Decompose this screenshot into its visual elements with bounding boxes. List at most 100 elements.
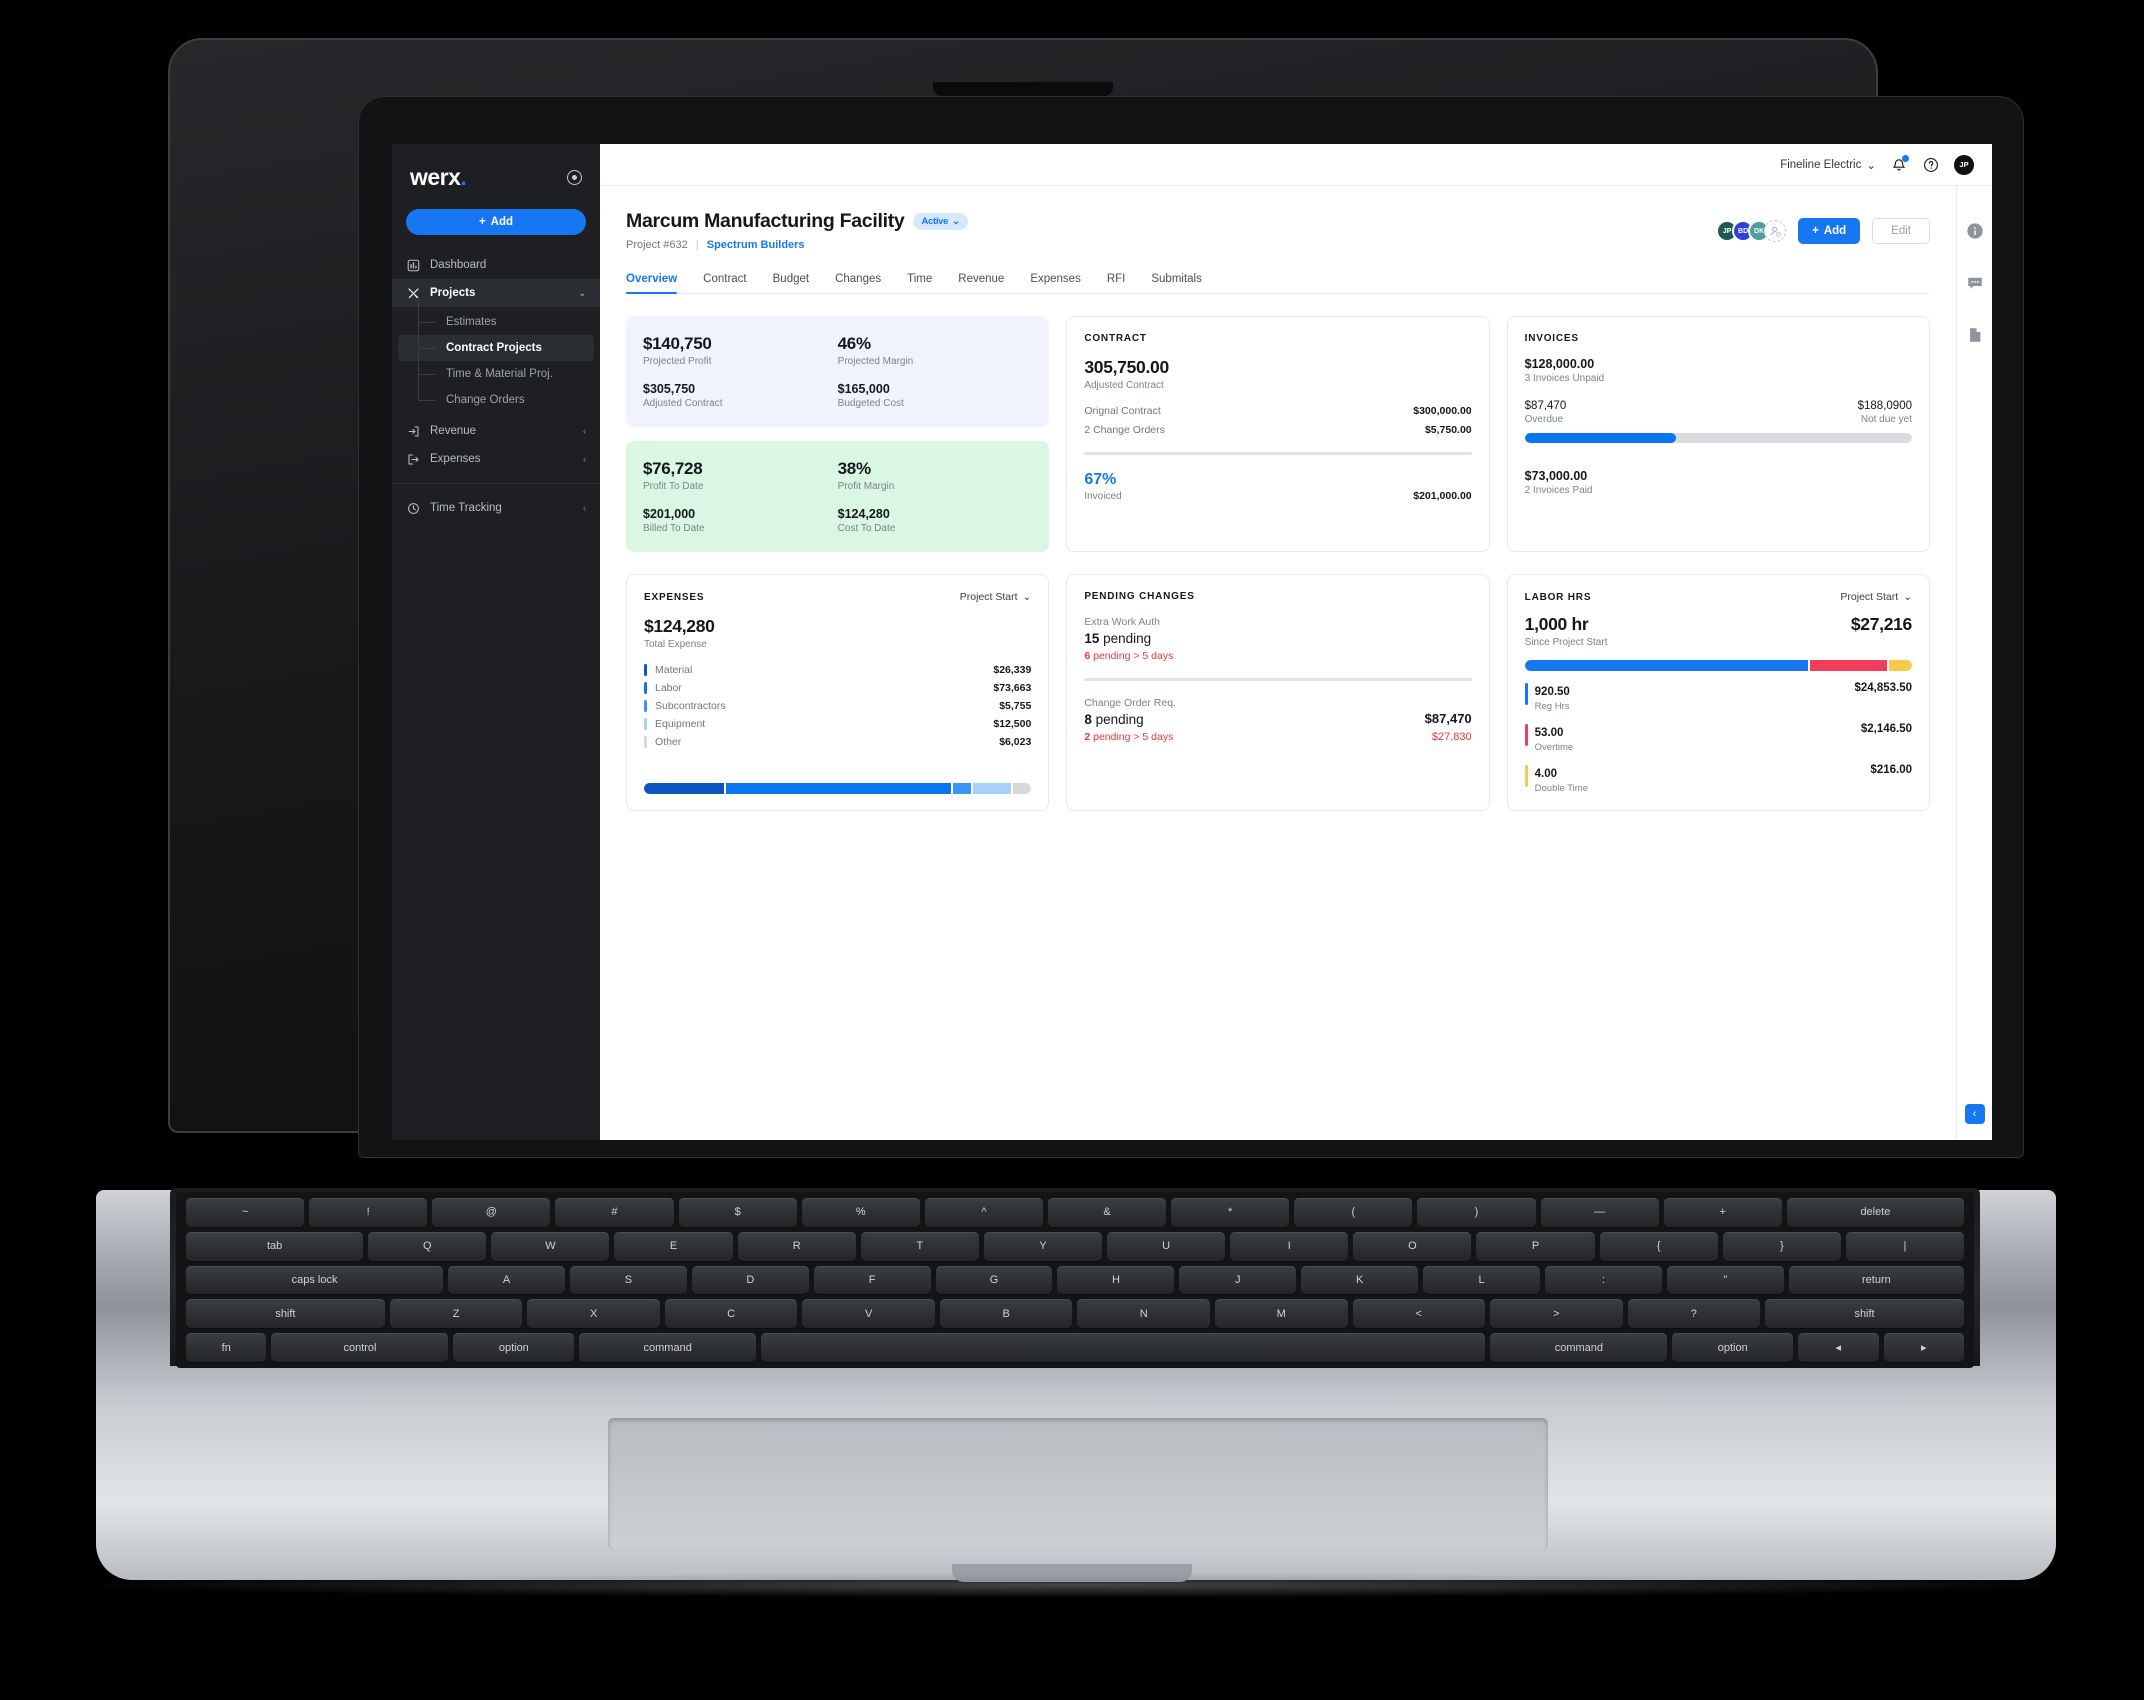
keyboard-key[interactable]: % — [801, 1198, 920, 1227]
keyboard-key[interactable]: S — [569, 1265, 687, 1295]
sidebar-item-estimates[interactable]: Estimates — [398, 296, 594, 335]
sidebar-item-contract-projects[interactable]: Contract Projects — [398, 322, 594, 361]
keyboard-key[interactable]: U — [1107, 1231, 1226, 1261]
keyboard-key[interactable]: " — [1666, 1265, 1784, 1295]
keyboard-key[interactable]: command — [579, 1333, 757, 1362]
keyboard-key[interactable]: fn — [186, 1333, 267, 1362]
keyboard-key[interactable]: N — [1077, 1299, 1210, 1329]
keyboard-key[interactable]: P — [1476, 1231, 1595, 1261]
keyboard-key[interactable]: ~ — [186, 1198, 305, 1227]
expenses-filter[interactable]: Project Start ⌄ — [960, 591, 1032, 603]
keyboard-key[interactable]: K — [1301, 1265, 1419, 1295]
add-member-icon[interactable] — [1764, 220, 1787, 242]
org-switcher[interactable]: Fineline Electric ⌄ — [1780, 158, 1876, 172]
keyboard-key[interactable]: shift — [1765, 1299, 1964, 1329]
keyboard-key[interactable]: | — [1845, 1231, 1965, 1261]
sidebar-item-time-tracking[interactable]: Time Tracking ‹ — [392, 494, 600, 522]
keyboard-key[interactable]: control — [271, 1333, 449, 1362]
keyboard-key[interactable]: @ — [432, 1198, 551, 1227]
add-button[interactable]: + Add — [1798, 218, 1861, 244]
keyboard-key[interactable] — [761, 1333, 1486, 1362]
trackpad[interactable] — [608, 1418, 1548, 1550]
status-badge[interactable]: Active ⌄ — [913, 213, 968, 230]
tab-changes[interactable]: Changes — [835, 273, 881, 293]
keyboard-key[interactable]: R — [737, 1231, 856, 1261]
sidebar-item-time-material[interactable]: Time & Material Proj. — [398, 348, 594, 387]
keyboard-key[interactable]: J — [1179, 1265, 1297, 1295]
tab-time[interactable]: Time — [907, 273, 932, 293]
labor-filter[interactable]: Project Start ⌄ — [1840, 591, 1912, 603]
keyboard-key[interactable]: > — [1490, 1299, 1623, 1329]
keyboard-key[interactable]: $ — [678, 1198, 797, 1227]
sidebar-item-change-orders[interactable]: Change Orders — [398, 374, 594, 413]
client-link[interactable]: Spectrum Builders — [707, 239, 805, 251]
keyboard-key[interactable]: D — [691, 1265, 809, 1295]
keyboard-key[interactable]: caps lock — [186, 1265, 444, 1295]
tab-rfi[interactable]: RFI — [1107, 273, 1126, 293]
collapse-panel-button[interactable]: ‹ — [1964, 1104, 1985, 1124]
keyboard-key[interactable]: ( — [1294, 1198, 1413, 1227]
keyboard-key[interactable]: Q — [368, 1231, 487, 1261]
sidebar-add-button[interactable]: + Add — [406, 209, 586, 235]
sidebar-item-expenses[interactable]: Expenses ‹ — [392, 445, 600, 473]
tab-submitals[interactable]: Submitals — [1151, 273, 1202, 293]
keyboard-key[interactable]: F — [813, 1265, 931, 1295]
keyboard-key[interactable]: T — [860, 1231, 979, 1261]
tab-overview[interactable]: Overview — [626, 273, 678, 294]
edit-button[interactable]: Edit — [1872, 218, 1930, 244]
tab-contract[interactable]: Contract — [703, 273, 746, 293]
keyboard-key[interactable]: command — [1490, 1333, 1668, 1362]
sidebar-item-revenue[interactable]: Revenue ‹ — [392, 417, 600, 445]
keyboard-key[interactable]: return — [1788, 1265, 1965, 1295]
keyboard-key[interactable]: option — [453, 1333, 575, 1362]
sidebar-item-projects[interactable]: Projects ⌄ — [392, 279, 600, 307]
keyboard-key[interactable]: Y — [983, 1231, 1103, 1261]
keyboard-key[interactable]: I — [1230, 1231, 1349, 1261]
keyboard-key[interactable]: B — [939, 1299, 1073, 1329]
keyboard-key[interactable]: L — [1423, 1265, 1540, 1295]
keyboard-key[interactable]: ▸ — [1883, 1333, 1964, 1362]
keyboard-key[interactable]: C — [664, 1299, 798, 1329]
keyboard-key[interactable]: G — [935, 1265, 1053, 1295]
keyboard-key[interactable]: E — [614, 1231, 733, 1261]
keyboard-key[interactable]: delete — [1786, 1198, 1965, 1227]
keyboard-key[interactable]: ! — [309, 1198, 428, 1227]
keyboard-key[interactable]: } — [1722, 1231, 1841, 1261]
tab-budget[interactable]: Budget — [773, 273, 809, 293]
keyboard-key[interactable]: & — [1047, 1198, 1167, 1227]
keyboard-key[interactable]: + — [1663, 1198, 1782, 1227]
help-button[interactable] — [1922, 156, 1940, 174]
keyboard-key[interactable]: < — [1352, 1299, 1486, 1329]
keyboard-key[interactable]: tab — [186, 1231, 364, 1261]
keyboard-key[interactable]: : — [1544, 1265, 1662, 1295]
notifications-button[interactable] — [1890, 154, 1909, 174]
comment-icon[interactable] — [1966, 274, 1984, 292]
sidebar-item-dashboard[interactable]: Dashboard — [392, 251, 600, 279]
info-icon[interactable] — [1966, 222, 1984, 240]
keyboard-key[interactable]: ? — [1627, 1299, 1761, 1329]
keyboard-key[interactable]: M — [1215, 1299, 1348, 1329]
keyboard-key[interactable]: shift — [186, 1299, 385, 1329]
user-avatar[interactable]: JP — [1954, 154, 1974, 175]
keyboard-key[interactable]: — — [1540, 1198, 1659, 1227]
app-logo[interactable]: werx. — [410, 164, 467, 191]
keyboard-key[interactable]: A — [448, 1265, 565, 1295]
keyboard-key[interactable]: W — [491, 1231, 610, 1261]
keyboard-key[interactable]: X — [527, 1299, 660, 1329]
keyboard-key[interactable]: # — [555, 1198, 674, 1227]
keyboard-key[interactable]: O — [1353, 1231, 1472, 1261]
keyboard-key[interactable]: option — [1672, 1333, 1794, 1362]
circle-dot-icon[interactable] — [567, 170, 582, 185]
keyboard-key[interactable]: V — [802, 1299, 935, 1329]
keyboard-key[interactable]: * — [1171, 1198, 1290, 1227]
tab-expenses[interactable]: Expenses — [1030, 273, 1081, 293]
contract-invoiced-block: 67% Invoiced — [1084, 471, 1121, 502]
keyboard-key[interactable]: H — [1057, 1265, 1175, 1295]
tab-revenue[interactable]: Revenue — [958, 273, 1004, 293]
keyboard-key[interactable]: ◂ — [1798, 1333, 1879, 1362]
keyboard-key[interactable]: ) — [1417, 1198, 1536, 1227]
keyboard-key[interactable]: ^ — [924, 1198, 1043, 1227]
keyboard-key[interactable]: Z — [389, 1299, 523, 1329]
keyboard-key[interactable]: { — [1599, 1231, 1718, 1261]
document-icon[interactable] — [1966, 326, 1984, 344]
